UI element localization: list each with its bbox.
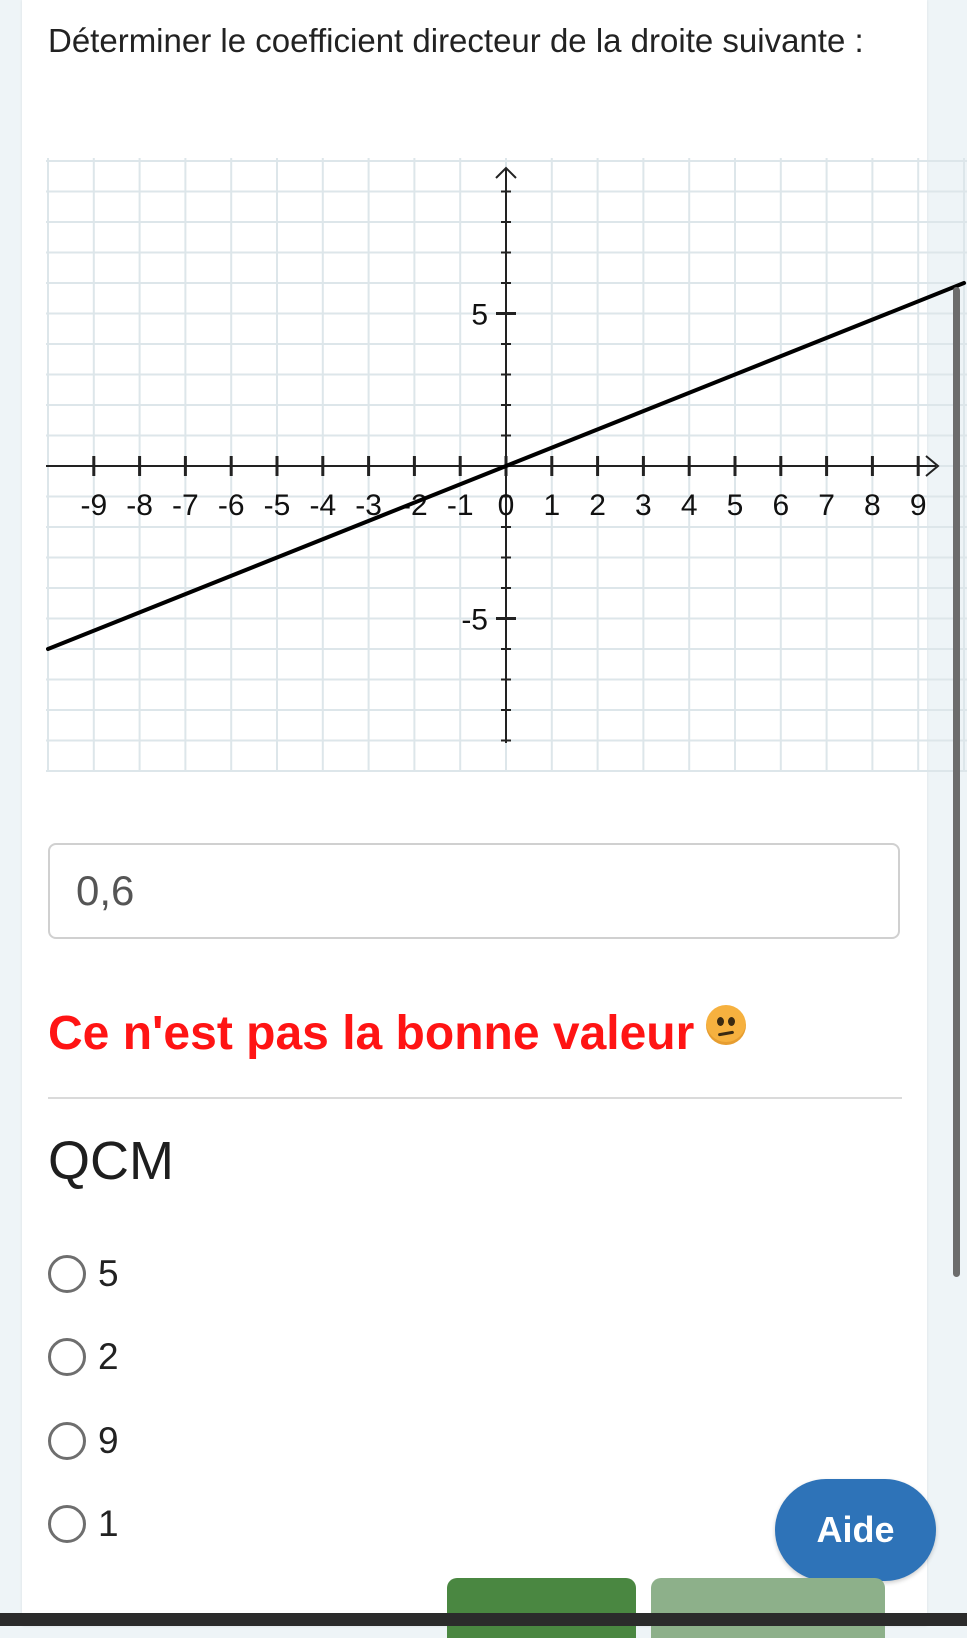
x-tick-label: 9 (910, 489, 927, 522)
x-tick-label: 0 (498, 489, 515, 522)
qcm-option[interactable]: 5 (48, 1249, 119, 1299)
x-tick-label: -4 (309, 489, 336, 522)
x-tick-label: 6 (772, 489, 789, 522)
qcm-title: QCM (48, 1131, 174, 1191)
qcm-option[interactable]: 9 (48, 1416, 119, 1466)
section-divider (48, 1097, 902, 1099)
aide-button[interactable]: Aide (775, 1479, 936, 1581)
x-tick-label: 2 (589, 489, 606, 522)
answer-field[interactable]: 0,6 (48, 843, 900, 939)
x-tick-label: -6 (218, 489, 245, 522)
qcm-option-label: 2 (98, 1336, 119, 1377)
radio-button[interactable] (48, 1505, 86, 1543)
confused-face-icon (706, 1005, 747, 1045)
answer-value: 0,6 (76, 867, 135, 914)
x-tick-label: -8 (126, 489, 153, 522)
feedback-message: Ce n'est pas la bonne valeur (48, 1004, 747, 1064)
y-tick-label: 5 (471, 299, 488, 332)
qcm-option[interactable]: 2 (48, 1332, 119, 1382)
x-tick-label: -1 (447, 489, 474, 522)
graph-axes (46, 166, 940, 743)
feedback-text: Ce n'est pas la bonne valeur (48, 1007, 695, 1060)
y-tick-label: -5 (461, 604, 488, 637)
x-tick-label: 1 (543, 489, 560, 522)
qcm-option-label: 9 (98, 1420, 119, 1461)
scrollbar[interactable] (953, 287, 960, 1277)
x-tick-label: 8 (864, 489, 881, 522)
qcm-option-label: 5 (98, 1253, 119, 1294)
radio-button[interactable] (48, 1255, 86, 1293)
x-tick-label: -7 (172, 489, 199, 522)
qcm-option-label: 1 (98, 1503, 119, 1544)
x-tick-label: 5 (727, 489, 744, 522)
qcm-option[interactable]: 1 (48, 1499, 119, 1549)
question-text: Déterminer le coefficient directeur de l… (48, 22, 864, 59)
valider-button[interactable] (447, 1578, 636, 1638)
x-tick-label: 4 (681, 489, 698, 522)
radio-button[interactable] (48, 1338, 86, 1376)
suivant-button[interactable] (651, 1578, 885, 1638)
x-tick-label: -9 (80, 489, 107, 522)
radio-button[interactable] (48, 1422, 86, 1460)
x-tick-label: 7 (818, 489, 835, 522)
x-tick-label: 3 (635, 489, 652, 522)
x-tick-label: -5 (264, 489, 291, 522)
line-graph: -9 -8 -7 -6 -5 -4 -3 -2 -1 0 1 2 3 4 5 6 7 8 9 5 -5 (46, 158, 967, 780)
bottom-bar (0, 1613, 967, 1626)
